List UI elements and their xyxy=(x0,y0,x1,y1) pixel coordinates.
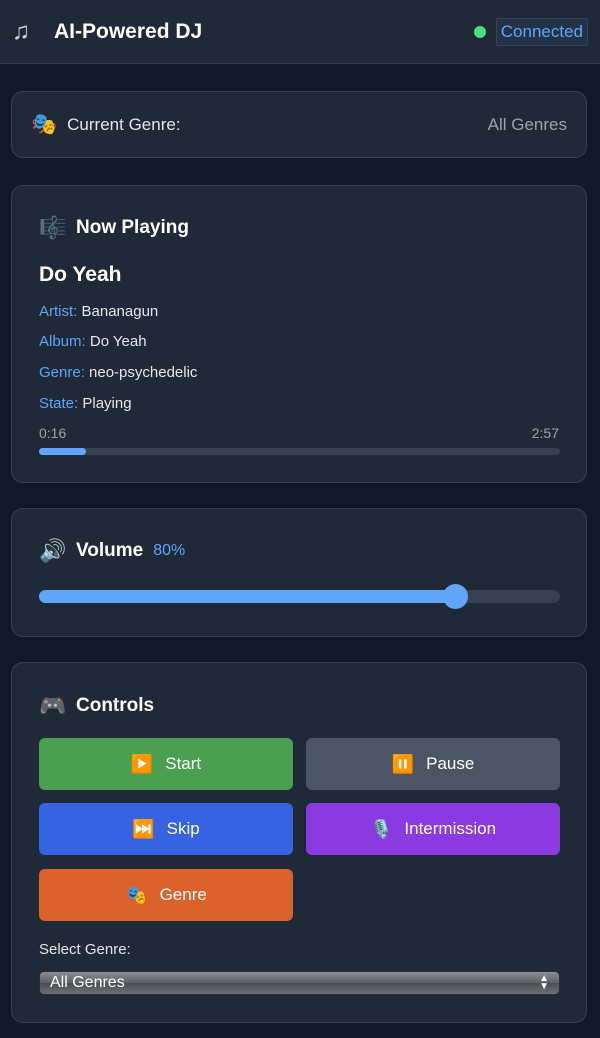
current-genre-value: All Genres xyxy=(487,114,567,134)
volume-percent: 80% xyxy=(153,542,186,559)
album-value: Do Yeah xyxy=(89,333,147,350)
microphone-icon: 🎙️ xyxy=(369,818,393,839)
artist-row: Artist: Bananagun xyxy=(39,303,158,320)
volume-card: 🔊 Volume 80% xyxy=(11,508,587,637)
album-row: Album: Do Yeah xyxy=(39,333,147,350)
controls-header: 🎮 Controls xyxy=(39,693,154,719)
musical-score-icon: 🎼 xyxy=(39,215,67,240)
theater-masks-icon: 🎭 xyxy=(31,112,58,136)
genre-select[interactable]: All Genres ▲ ▼ xyxy=(39,971,560,995)
genre-key: Genre: xyxy=(39,364,85,381)
music-note-icon: ♫ xyxy=(12,17,30,45)
genre-select-value: All Genres xyxy=(50,974,125,991)
current-genre-label: Current Genre: xyxy=(67,114,181,134)
start-button[interactable]: ▶️ Start xyxy=(39,738,293,790)
game-controller-icon: 🎮 xyxy=(39,693,67,718)
speaker-icon: 🔊 xyxy=(39,538,67,563)
pause-button[interactable]: ⏸️ Pause xyxy=(306,738,560,790)
track-progress-fill xyxy=(39,448,86,455)
volume-slider-thumb[interactable] xyxy=(442,584,468,609)
status-dot-icon xyxy=(473,25,486,38)
state-key: State: xyxy=(39,395,79,412)
controls-heading: Controls xyxy=(76,695,155,716)
genre-button-label: Genre xyxy=(159,885,207,904)
now-playing-heading: Now Playing xyxy=(76,217,189,238)
start-button-label: Start xyxy=(165,754,202,773)
controls-card: 🎮 Controls ▶️ Start ⏸️ Pause ⏭️ Skip 🎙️ … xyxy=(11,662,587,1023)
genre-button[interactable]: 🎭 Genre xyxy=(39,869,293,921)
volume-slider-fill xyxy=(39,590,456,603)
elapsed-time: 0:16 xyxy=(39,425,67,441)
select-genre-label: Select Genre: xyxy=(39,941,131,958)
now-playing-header: 🎼 Now Playing xyxy=(39,215,189,241)
intermission-button[interactable]: 🎙️ Intermission xyxy=(306,803,560,855)
volume-slider[interactable] xyxy=(39,584,560,609)
artist-value: Bananagun xyxy=(81,303,159,320)
track-title: Do Yeah xyxy=(39,263,122,286)
now-playing-card: 🎼 Now Playing Do Yeah Artist: Bananagun … xyxy=(11,185,587,483)
theater-masks-icon: 🎭 xyxy=(125,884,148,905)
intermission-button-label: Intermission xyxy=(404,819,497,838)
connection-status: Connected xyxy=(473,17,588,46)
genre-row: Genre: neo-psychedelic xyxy=(39,364,197,381)
genre-value: neo-psychedelic xyxy=(89,364,198,381)
app-header: ♫ AI-Powered DJ Connected xyxy=(0,0,600,64)
volume-heading: Volume xyxy=(76,540,144,561)
skip-button[interactable]: ⏭️ Skip xyxy=(39,803,293,855)
skip-button-label: Skip xyxy=(166,819,200,838)
artist-key: Artist: xyxy=(39,303,78,320)
state-value: Playing xyxy=(82,395,132,412)
album-key: Album: xyxy=(39,333,86,350)
pause-icon: ⏸️ xyxy=(391,753,415,774)
track-progress-bar[interactable] xyxy=(39,448,560,455)
track-duration: 2:57 xyxy=(531,425,559,441)
select-arrows-icon: ▲ ▼ xyxy=(539,973,549,992)
connection-status-label: Connected xyxy=(495,17,588,46)
state-row: State: Playing xyxy=(39,395,132,412)
play-icon: ▶️ xyxy=(130,753,154,774)
current-genre-card: 🎭 Current Genre: All Genres xyxy=(11,91,587,158)
volume-header: 🔊 Volume 80% xyxy=(39,538,185,564)
next-track-icon: ⏭️ xyxy=(132,818,155,839)
pause-button-label: Pause xyxy=(426,754,475,773)
app-title: AI-Powered DJ xyxy=(54,19,203,43)
